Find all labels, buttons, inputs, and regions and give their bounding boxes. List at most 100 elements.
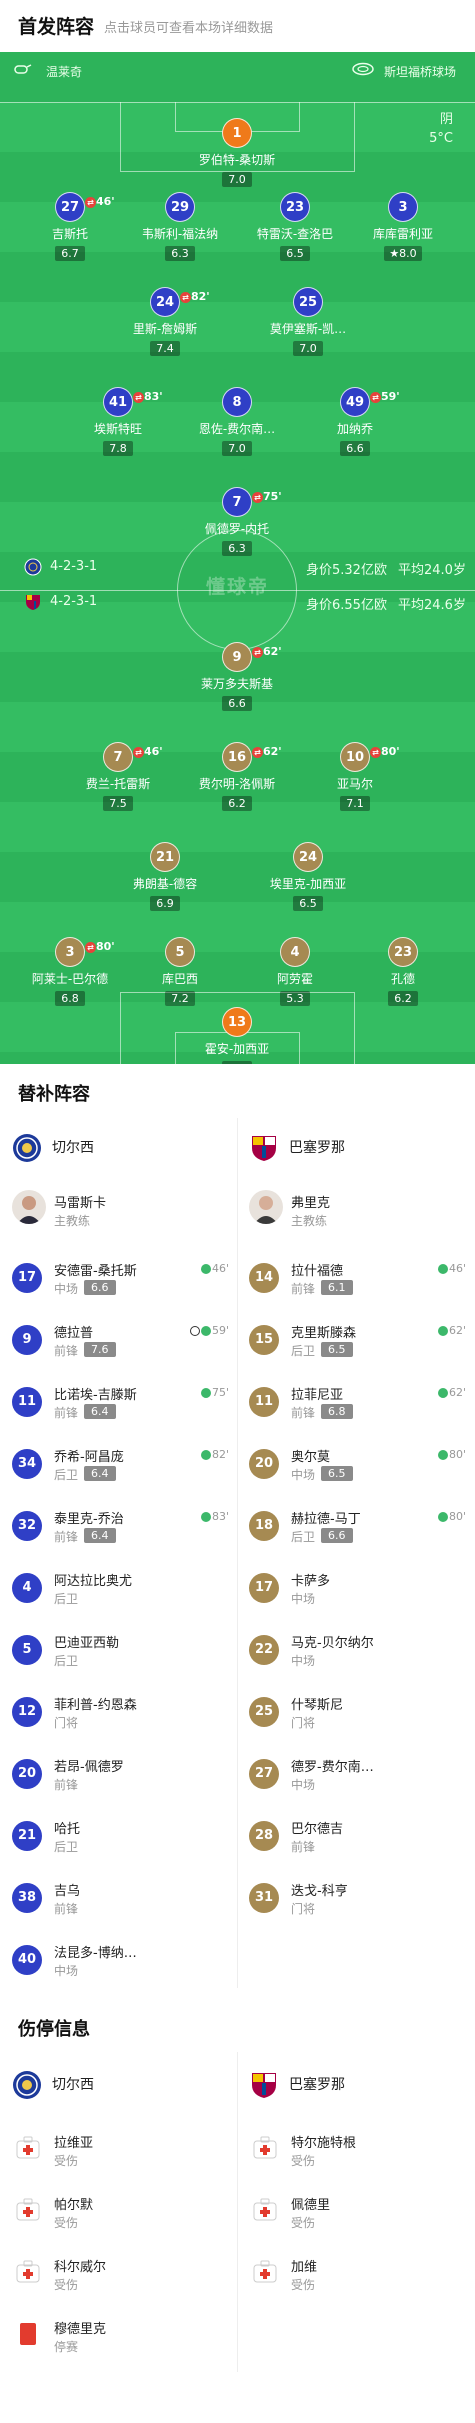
injury-row[interactable]: 拉维亚 受伤 [0, 2120, 237, 2180]
sub-player-number: 17 [12, 1263, 42, 1293]
player-name: 恩佐-费尔南… [198, 422, 276, 436]
sub-out-icon: ⇄ [252, 491, 263, 503]
sub-out-marker: ⇄ 59' [370, 382, 400, 412]
subs-away-team[interactable]: 巴塞罗那 [249, 1133, 345, 1163]
away-coach[interactable]: 弗里克 主教练 [237, 1180, 474, 1240]
player-rating: 7.0 [293, 341, 323, 356]
pitch-player[interactable]: 29 韦斯利-福法纳 6.3 [120, 192, 240, 261]
pitch-player[interactable]: 8 恩佐-费尔南… 7.0 [177, 387, 297, 456]
sub-player-name: 赫拉德-马丁 [291, 1512, 361, 1527]
pitch-player[interactable]: 4 阿劳霍 5.3 [235, 937, 355, 1006]
player-rating: 6.6 [340, 441, 370, 456]
pitch-player[interactable]: 5 库巴西 7.2 [120, 937, 240, 1006]
injury-row[interactable]: 特尔施特根 受伤 [237, 2120, 474, 2180]
pitch-player[interactable]: 23 孔德 6.2 [343, 937, 463, 1006]
sub-player-row[interactable]: 28 巴尔德吉 前锋 [237, 1806, 474, 1866]
injury-row[interactable]: 帕尔默 受伤 [0, 2182, 237, 2242]
sub-player-row[interactable]: 21 哈托 后卫 [0, 1806, 237, 1866]
player-name: 罗伯特-桑切斯 [198, 153, 276, 167]
subs-home-team[interactable]: 切尔西 [12, 1133, 94, 1163]
injury-row[interactable]: 科尔威尔 受伤 [0, 2244, 237, 2304]
player-rating: 7.1 [340, 796, 370, 811]
barcelona-crest-icon [252, 1136, 276, 1161]
away-age: 平均24.6岁 [398, 598, 466, 613]
sub-player-row[interactable]: 18 赫拉德-马丁 后卫 6.6 80' [237, 1496, 474, 1556]
sub-in-icon [437, 1512, 448, 1522]
sub-player-row[interactable]: 5 巴迪亚西勒 后卫 [0, 1620, 237, 1680]
pitch-player[interactable]: 10 ⇄ 80' 亚马尔 7.1 [295, 742, 415, 811]
sub-player-position: 前锋 [291, 1406, 316, 1420]
player-rating: 6.9 [150, 896, 180, 911]
injuries-away-team[interactable]: 巴塞罗那 [249, 2070, 345, 2100]
sub-player-position: 前锋 [54, 1530, 79, 1544]
injury-row[interactable]: 佩德里 受伤 [237, 2182, 474, 2242]
pitch-player[interactable]: 49 ⇄ 59' 加纳乔 6.6 [295, 387, 415, 456]
sub-player-row[interactable]: 25 什琴斯尼 门将 [237, 1682, 474, 1742]
sub-player-position: 中场 [291, 1592, 316, 1606]
player-name: 费兰-托雷斯 [85, 777, 151, 791]
player-rating: 7.2 [165, 991, 195, 1006]
coach-name: 弗里克 [291, 1196, 331, 1211]
pitch-player[interactable]: 24 ⇄ 82' 里斯-詹姆斯 7.4 [105, 287, 225, 356]
sub-player-row[interactable]: 40 法昆多-博纳… 中场 [0, 1930, 237, 1990]
sub-in-icon [437, 1264, 448, 1274]
injury-row[interactable]: 穆德里克 停赛 [0, 2306, 237, 2366]
sub-player-number: 11 [12, 1387, 42, 1417]
home-coach[interactable]: 马雷斯卡 主教练 [0, 1180, 237, 1240]
sub-player-row[interactable]: 31 迭戈-科亨 门将 [237, 1868, 474, 1928]
sub-player-row[interactable]: 22 马克-贝尔纳尔 中场 [237, 1620, 474, 1680]
page-title: 首发阵容 [18, 16, 95, 38]
sub-minute: 59' [381, 390, 400, 403]
pitch-player[interactable]: 41 ⇄ 83' 埃斯特旺 7.8 [58, 387, 178, 456]
sub-player-row[interactable]: 15 克里斯滕森 后卫 6.5 62' [237, 1310, 474, 1370]
pitch-player[interactable]: 1 罗伯特-桑切斯 7.0 [177, 118, 297, 187]
sub-player-name: 迭戈-科亨 [291, 1884, 348, 1899]
player-number: 1 [222, 118, 252, 148]
player-rating: 6.3 [222, 541, 252, 556]
injured-player-name: 穆德里克 [54, 2322, 107, 2337]
pitch-player[interactable]: 16 ⇄ 62' 费尔明-洛佩斯 6.2 [177, 742, 297, 811]
sub-player-rating: 6.6 [84, 1280, 116, 1295]
sub-minute: 75' [263, 490, 282, 503]
sub-out-icon: ⇄ [85, 196, 96, 208]
sub-player-row[interactable]: 11 拉菲尼亚 前锋 6.8 62' [237, 1372, 474, 1432]
sub-player-name: 泰里克-乔治 [54, 1512, 124, 1527]
pitch-player[interactable]: 25 莫伊塞斯-凯… 7.0 [248, 287, 368, 356]
sub-player-row[interactable]: 34 乔希-阿昌庞 后卫 6.4 82' [0, 1434, 237, 1494]
injured-player-name: 帕尔默 [54, 2198, 94, 2213]
sub-player-row[interactable]: 14 拉什福德 前锋 6.1 46' [237, 1248, 474, 1308]
pitch-player[interactable]: 13 霍安-加西亚 6.9 [177, 1007, 297, 1064]
sub-in-icon [437, 1450, 448, 1460]
player-rating: 6.3 [165, 246, 195, 261]
pitch-player[interactable]: 7 ⇄ 75' 佩德罗-内托 6.3 [177, 487, 297, 556]
injuries-home-team[interactable]: 切尔西 [12, 2070, 94, 2100]
injury-row[interactable]: 加维 受伤 [237, 2244, 474, 2304]
pitch-player[interactable]: 24 埃里克-加西亚 6.5 [248, 842, 368, 911]
sub-player-row[interactable]: 9 德拉普 前锋 7.6 59' [0, 1310, 237, 1370]
sub-player-number: 38 [12, 1883, 42, 1913]
pitch-player[interactable]: 23 特雷沃-查洛巴 6.5 [235, 192, 355, 261]
sub-player-row[interactable]: 20 奥尔莫 中场 6.5 80' [237, 1434, 474, 1494]
pitch-player[interactable]: 3 ⇄ 80' 阿莱士-巴尔德 6.8 [10, 937, 130, 1006]
pitch-player[interactable]: 27 ⇄ 46' 吉斯托 6.7 [10, 192, 130, 261]
pitch-player[interactable]: 9 ⇄ 62' 莱万多夫斯基 6.6 [177, 642, 297, 711]
pitch-player[interactable]: 3 库库雷利亚 ★8.0 [343, 192, 463, 261]
sub-player-row[interactable]: 12 菲利普-约恩森 门将 [0, 1682, 237, 1742]
sub-player-name: 若昂-佩德罗 [54, 1760, 124, 1775]
sub-player-row[interactable]: 27 德罗-费尔南… 中场 [237, 1744, 474, 1804]
sub-player-row[interactable]: 32 泰里克-乔治 前锋 6.4 83' [0, 1496, 237, 1556]
coach-avatar [12, 1190, 46, 1224]
sub-player-row[interactable]: 11 比诺埃-吉滕斯 前锋 6.4 75' [0, 1372, 237, 1432]
subs-away-team-name: 巴塞罗那 [289, 1140, 345, 1156]
sub-player-row[interactable]: 4 阿达拉比奥尤 后卫 [0, 1558, 237, 1618]
sub-player-row[interactable]: 17 安德雷-桑托斯 中场 6.6 46' [0, 1248, 237, 1308]
sub-player-row[interactable]: 20 若昂-佩德罗 前锋 [0, 1744, 237, 1804]
sub-player-row[interactable]: 38 吉乌 前锋 [0, 1868, 237, 1928]
player-name: 亚马尔 [336, 777, 373, 791]
pitch-player[interactable]: 7 ⇄ 46' 费兰-托雷斯 7.5 [58, 742, 178, 811]
sub-player-row[interactable]: 17 卡萨多 中场 [237, 1558, 474, 1618]
pitch-player[interactable]: 21 弗朗基-德容 6.9 [105, 842, 225, 911]
chelsea-crest-icon [24, 558, 42, 576]
injured-player-name: 佩德里 [291, 2198, 331, 2213]
page-subtitle: 点击球员可查看本场详细数据 [104, 21, 274, 36]
